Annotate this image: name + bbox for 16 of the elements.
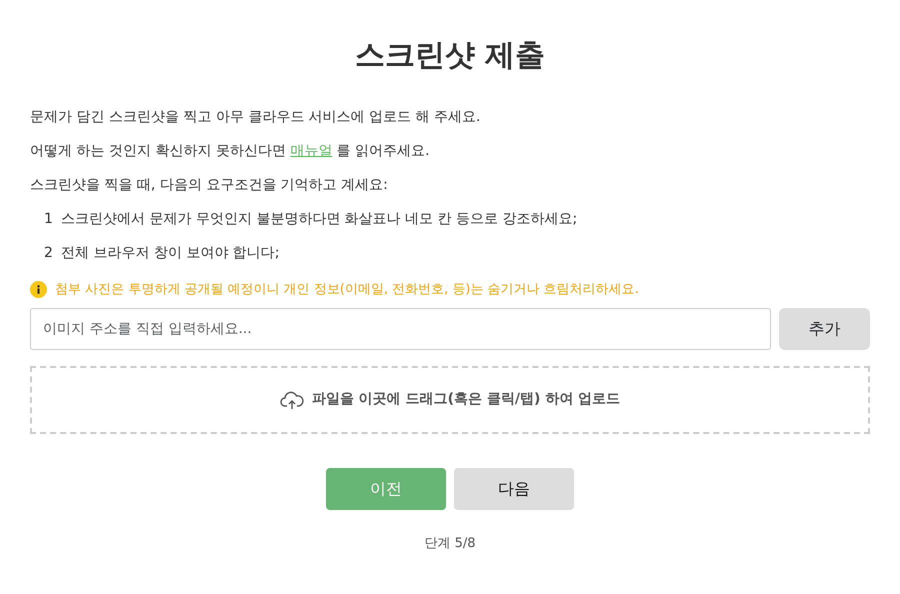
upload-dropzone[interactable]: 파일을 이곳에 드래그(혹은 클릭/탭) 하여 업로드: [30, 366, 870, 434]
next-button[interactable]: 다음: [454, 468, 574, 510]
url-input-field[interactable]: 이미지 주소를 직접 입력하세요...: [30, 308, 772, 350]
requirement-text: 스크린샷에서 문제가 무엇인지 불분명하다면 화살표나 네모 칸 등으로 강조하세요;: [60, 210, 578, 229]
info-icon: [30, 281, 47, 298]
instruction-text: 어떻게 하는 것인지 확신하지 못하신다면 매뉴얼 를 읽어주세요.: [30, 142, 431, 161]
add-button[interactable]: 추가: [779, 308, 870, 350]
instruction-text: 문제가 담긴 스크린샷을 찍고 아무 클라우드 서비스에 업로드 해 주세요.: [30, 108, 482, 127]
warning-text: 첨부 사진은 투명하게 공개될 예정이니 개인 정보(이메일, 전화번호, 등)는 숨기거나 흐림처리하세요.: [55, 281, 639, 299]
requirement-text: 전체 브라우저 창이 보여야 합니다;: [60, 244, 280, 263]
page-title: 스크린샷 제출: [354, 38, 546, 74]
list-number: 2: [44, 244, 53, 263]
step-indicator: 단계 5/8: [424, 536, 476, 550]
cloud-upload-icon: [280, 390, 304, 410]
list-number: 1: [44, 210, 53, 229]
instruction-text: 스크린샷을 찍을 때, 다음의 요구조건을 기억하고 계세요:: [30, 176, 389, 195]
